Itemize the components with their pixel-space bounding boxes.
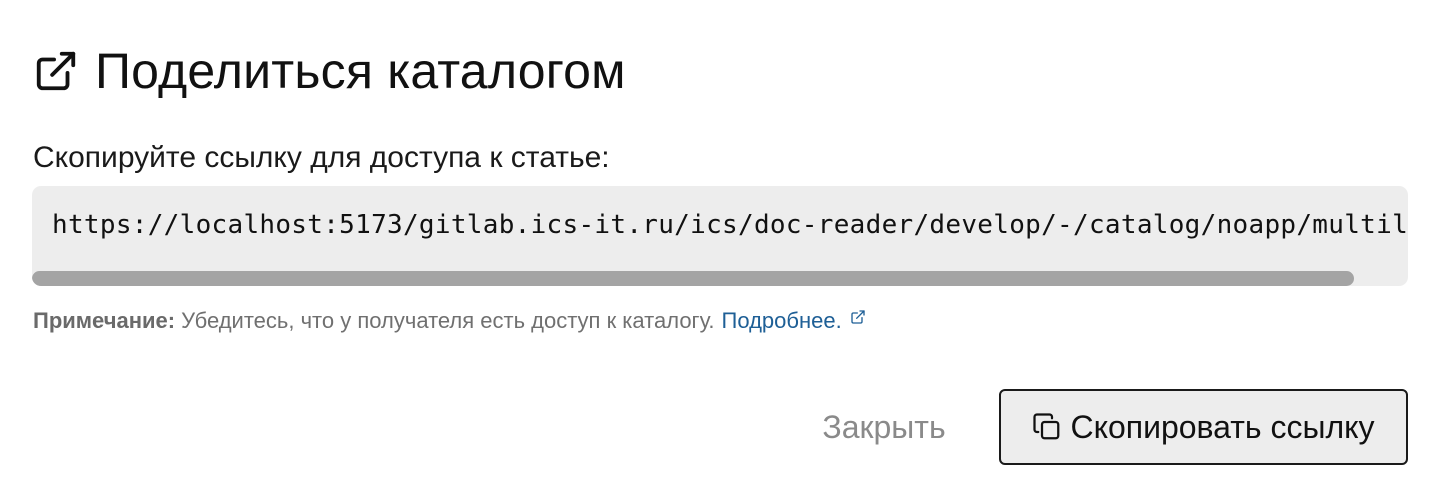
- copy-icon: [1032, 412, 1062, 442]
- copy-instruction: Скопируйте ссылку для доступа к статье:: [33, 141, 610, 174]
- copy-link-label: Скопировать ссылку: [1070, 408, 1375, 445]
- learn-more-link[interactable]: Подробнее.: [722, 308, 842, 334]
- horizontal-scrollbar[interactable]: [32, 271, 1354, 286]
- share-link-url[interactable]: https://localhost:5173/gitlab.ics-it.ru/…: [52, 210, 1408, 240]
- copy-link-button[interactable]: Скопировать ссылку: [999, 389, 1408, 465]
- note-label: Примечание:: [33, 308, 176, 333]
- external-link-icon: [33, 48, 79, 94]
- external-link-small-icon[interactable]: [850, 309, 866, 325]
- dialog-header: Поделиться каталогом: [33, 40, 626, 102]
- share-catalog-dialog: Поделиться каталогом Скопируйте ссылку д…: [0, 0, 1434, 497]
- note-text: Убедитесь, что у получателя есть доступ …: [181, 308, 715, 333]
- share-link-box[interactable]: https://localhost:5173/gitlab.ics-it.ru/…: [32, 186, 1408, 286]
- close-button[interactable]: Закрыть: [800, 390, 968, 465]
- dialog-title: Поделиться каталогом: [95, 43, 626, 99]
- access-note: Примечание: Убедитесь, что у получателя …: [33, 308, 866, 334]
